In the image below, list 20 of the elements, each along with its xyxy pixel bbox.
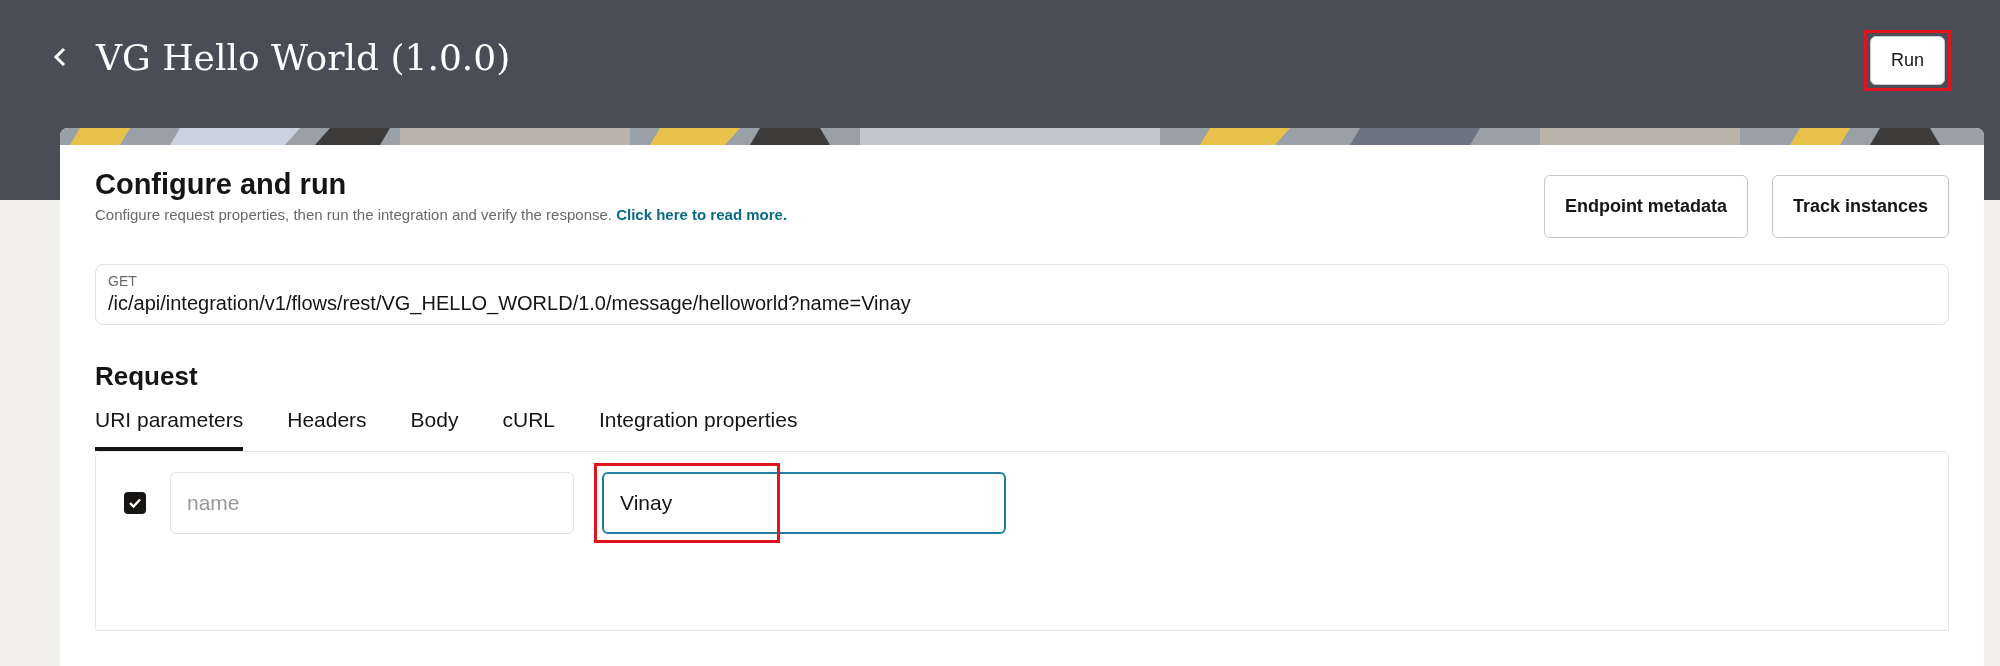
- read-more-link[interactable]: Click here to read more.: [616, 205, 788, 223]
- check-icon: [128, 497, 142, 510]
- section-title: Configure and run: [95, 167, 348, 202]
- run-button[interactable]: Run: [1869, 36, 1945, 85]
- tab[interactable]: cURL: [502, 404, 555, 452]
- checkbox[interactable]: [124, 492, 146, 515]
- value-field[interactable]: Vinay: [602, 472, 1006, 535]
- method-label: GET: [108, 273, 138, 290]
- page-title: VG Hello World (1.0.0): [96, 36, 511, 80]
- endpoint-url: /ic/api/integration/v1/flows/rest/VG_HELLO_WORLD/1.0/message/helloworld?name=Vinay: [108, 290, 912, 316]
- back-icon: [53, 45, 67, 68]
- tab[interactable]: Integration properties: [599, 404, 798, 452]
- outline-button[interactable]: Endpoint metadata: [1543, 175, 1748, 238]
- tab[interactable]: Body: [410, 404, 459, 452]
- section-title: Request: [95, 360, 199, 392]
- tab[interactable]: Headers: [287, 404, 367, 452]
- outline-button[interactable]: Track instances: [1771, 175, 1949, 238]
- tab[interactable]: URI parameters: [95, 404, 244, 452]
- description-text: Configure request properties, then run the integration and verify the response. Click here to read more.: [95, 204, 788, 225]
- name-field[interactable]: name: [170, 472, 574, 535]
